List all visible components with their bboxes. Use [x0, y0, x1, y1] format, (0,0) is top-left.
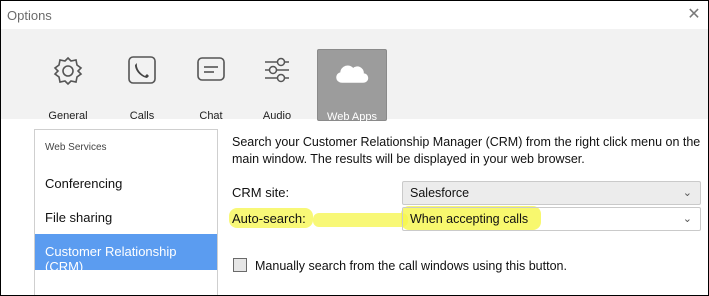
toolbar-label-web-apps: Web Apps [327, 111, 377, 123]
crm-description: Search your Customer Relationship Manage… [232, 135, 701, 166]
auto-search-select[interactable]: When accepting calls ⌄ [402, 207, 701, 231]
manual-search-icon[interactable] [233, 258, 247, 272]
sidebar-item-web-services[interactable]: Web Services [35, 130, 217, 162]
settings-sidebar: Web Services Conferencing File sharing C… [34, 129, 218, 295]
toolbar-chat[interactable]: Chat [181, 47, 241, 122]
toolbar-audio[interactable]: Audio [247, 47, 307, 122]
highlight-mark [313, 213, 408, 227]
sidebar-item-label: Conferencing [45, 176, 123, 191]
title-bar: Options ✕ [1, 1, 708, 29]
toolbar-label-chat: Chat [199, 110, 223, 122]
sliders-icon [265, 57, 289, 83]
close-button[interactable]: ✕ [684, 5, 704, 25]
crm-site-label: CRM site: [232, 185, 290, 200]
crm-site-select[interactable]: Salesforce ⌄ [402, 181, 701, 205]
sidebar-item-label: File sharing [45, 210, 113, 225]
toolbar-label-calls: Calls [129, 110, 155, 122]
auto-search-label: Auto-search: [232, 211, 306, 226]
chevron-down-icon: ⌄ [682, 187, 692, 199]
cloud-icon [336, 65, 369, 83]
chat-icon [197, 57, 225, 81]
toolbar-label-general: General [48, 110, 88, 122]
phone-icon [128, 56, 156, 84]
manual-search-text: Manually search from the call windows us… [255, 259, 567, 273]
auto-search-value: When accepting calls [410, 212, 529, 226]
sidebar-item-label: Web Services [45, 142, 107, 153]
sidebar-item-label: Customer Relationship (CRM) [45, 244, 177, 274]
category-toolbar: General Calls Chat Audio Web Apps [1, 29, 708, 123]
chevron-down-icon: ⌄ [682, 213, 692, 225]
toolbar-calls[interactable]: Calls [112, 47, 172, 122]
sidebar-item-conferencing[interactable]: Conferencing [35, 168, 217, 200]
sidebar-item-crm[interactable]: Customer Relationship (CRM) [35, 234, 217, 274]
gear-icon [53, 56, 83, 86]
window-title: Options [7, 8, 52, 23]
sidebar-item-file-sharing[interactable]: File sharing [35, 202, 217, 234]
crm-site-value: Salesforce [410, 186, 470, 200]
options-window: Options ✕ General Calls Chat Audio Web A… [0, 0, 709, 296]
toolbar-web-apps[interactable]: Web Apps [317, 49, 387, 123]
toolbar-label-audio: Audio [262, 110, 292, 122]
toolbar-general[interactable]: General [38, 47, 98, 122]
